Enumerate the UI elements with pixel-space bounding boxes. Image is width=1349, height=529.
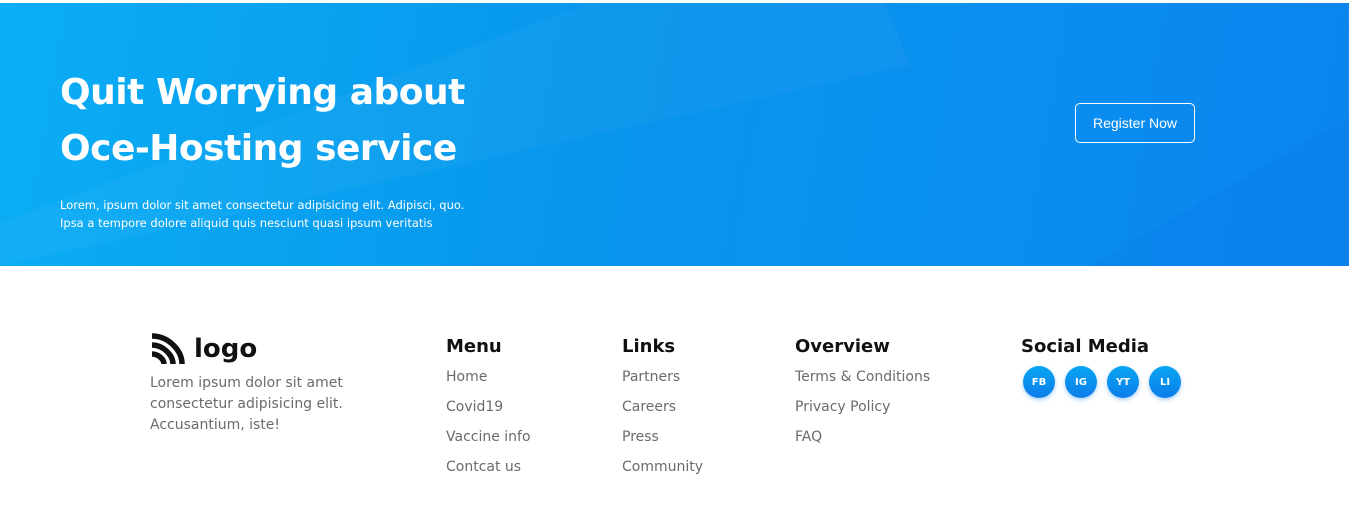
footer-link-faq[interactable]: FAQ	[795, 422, 930, 452]
footer-menu-title: Menu	[446, 336, 502, 357]
footer-social-column: Social Media FB IG YT LI	[1021, 336, 1181, 398]
logo-text: logo	[194, 334, 258, 364]
footer-link-community[interactable]: Community	[622, 452, 703, 482]
logo-icon	[151, 333, 185, 365]
footer-link-press[interactable]: Press	[622, 422, 703, 452]
cta-banner: Quit Worrying about Oce-Hosting service …	[0, 3, 1349, 266]
facebook-icon[interactable]: FB	[1023, 366, 1055, 398]
footer-overview-list: Terms & Conditions Privacy Policy FAQ	[795, 362, 930, 452]
site-footer: logo Lorem ipsum dolor sit amet consecte…	[0, 266, 1349, 529]
footer-menu-list: Home Covid19 Vaccine info Contcat us	[446, 362, 531, 482]
footer-links-column: Links Partners Careers Press Community	[622, 336, 703, 486]
footer-menu-item-contact-us[interactable]: Contcat us	[446, 452, 531, 482]
social-icons: FB IG YT LI	[1023, 366, 1181, 398]
logo[interactable]: logo	[150, 332, 257, 366]
cta-description: Lorem, ipsum dolor sit amet consectetur …	[60, 196, 530, 232]
footer-link-partners[interactable]: Partners	[622, 362, 703, 392]
footer-menu-item-covid19[interactable]: Covid19	[446, 392, 531, 422]
footer-menu-column: Menu Home Covid19 Vaccine info Contcat u…	[446, 336, 531, 486]
footer-links-title: Links	[622, 336, 676, 357]
footer-social-title: Social Media	[1021, 336, 1150, 357]
cta-description-line-2: Ipsa a tempore dolore aliquid quis nesci…	[60, 216, 433, 230]
youtube-icon[interactable]: YT	[1107, 366, 1139, 398]
footer-overview-title: Overview	[795, 336, 890, 357]
footer-link-terms[interactable]: Terms & Conditions	[795, 362, 930, 392]
register-now-button[interactable]: Register Now	[1075, 103, 1195, 143]
footer-link-privacy-policy[interactable]: Privacy Policy	[795, 392, 930, 422]
cta-description-line-1: Lorem, ipsum dolor sit amet consectetur …	[60, 198, 465, 212]
cta-title-line-2: Oce-Hosting service	[60, 128, 457, 169]
footer-overview-column: Overview Terms & Conditions Privacy Poli…	[795, 336, 930, 456]
instagram-icon[interactable]: IG	[1065, 366, 1097, 398]
footer-link-careers[interactable]: Careers	[622, 392, 703, 422]
footer-menu-item-vaccine-info[interactable]: Vaccine info	[446, 422, 531, 452]
cta-title: Quit Worrying about Oce-Hosting service	[60, 65, 620, 177]
footer-menu-item-home[interactable]: Home	[446, 362, 531, 392]
footer-about-text: Lorem ipsum dolor sit amet consectetur a…	[150, 375, 343, 433]
footer-links-list: Partners Careers Press Community	[622, 362, 703, 482]
linkedin-icon[interactable]: LI	[1149, 366, 1181, 398]
cta-title-line-1: Quit Worrying about	[60, 72, 465, 113]
